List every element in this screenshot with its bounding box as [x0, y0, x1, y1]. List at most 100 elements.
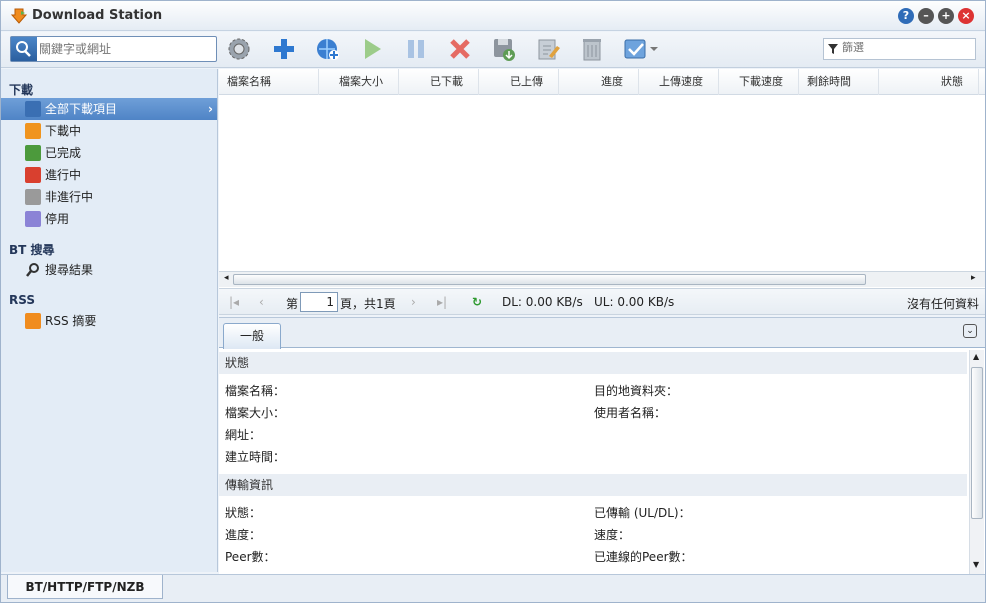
tab-general[interactable]: 一般	[223, 323, 281, 349]
speed-label: 速度：	[594, 528, 631, 542]
sidebar: 下載 全部下載項目 › 下載中 已完成 進行中 非進行中 停用 BT 搜尋 搜尋…	[1, 69, 218, 572]
connected-peers-label: 已連線的Peer數：	[594, 550, 693, 564]
progress-label: 進度：	[225, 528, 262, 542]
maximize-icon[interactable]: +	[938, 8, 954, 24]
column-header[interactable]: 已上傳	[479, 69, 559, 95]
scroll-left-icon[interactable]: ◂	[224, 273, 229, 283]
last-page-icon[interactable]: ▸|	[437, 295, 447, 309]
column-header[interactable]: 檔案名稱	[219, 69, 319, 95]
created-time-label: 建立時間：	[225, 450, 286, 464]
magnifier-icon	[25, 262, 41, 278]
upload-speed-text: UL: 0.00 KB/s	[594, 295, 675, 309]
settings-gear-icon[interactable]	[224, 34, 254, 64]
resume-play-icon[interactable]	[357, 34, 387, 64]
save-disk-icon[interactable]	[489, 34, 519, 64]
column-header[interactable]: 下載速度	[719, 69, 799, 95]
horizontal-scroll-thumb[interactable]	[233, 274, 866, 285]
page-number-input[interactable]: 1	[300, 292, 338, 312]
scroll-down-icon[interactable]: ▼	[973, 560, 979, 569]
select-all-checkbox-icon[interactable]	[621, 34, 663, 64]
no-data-status: 沒有任何資料	[906, 297, 979, 311]
horizontal-scrollbar[interactable]: ◂ ▸	[219, 271, 985, 287]
detail-panel: 一般 ⌄ 狀態 檔案名稱： 目的地資料夾： 檔案大小： 使用者名稱： 網址： 建…	[219, 317, 985, 574]
filter-box[interactable]	[823, 38, 976, 60]
search-input[interactable]	[39, 40, 209, 58]
window-title: Download Station	[32, 8, 163, 23]
page-count: 頁，共1頁	[340, 297, 396, 311]
pagination-toolbar: |◂ ‹ 第 1 頁，共1頁 › ▸| ↻ DL: 0.00 KB/s UL: …	[219, 288, 985, 315]
column-header[interactable]: 狀態	[879, 69, 979, 95]
section-transfer-info: 傳輸資訊	[219, 474, 967, 496]
downloading-arrow-icon	[25, 123, 41, 139]
sidebar-item-downloading[interactable]: 下載中	[1, 120, 217, 142]
page-prefix: 第	[286, 297, 299, 311]
add-task-icon[interactable]	[269, 34, 299, 64]
sidebar-item-completed[interactable]: 已完成	[1, 142, 217, 164]
sidebar-item-label: 非進行中	[45, 190, 94, 204]
list-icon	[25, 101, 41, 117]
sidebar-section-download: 下載	[9, 83, 34, 97]
sidebar-section-bt-search: BT 搜尋	[9, 243, 55, 257]
column-header[interactable]: 上傳速度	[639, 69, 719, 95]
refresh-icon[interactable]: ↻	[472, 295, 482, 309]
delete-x-icon[interactable]	[445, 34, 475, 64]
sidebar-item-label: 已完成	[45, 146, 82, 160]
sidebar-item-all-downloads[interactable]: 全部下載項目 ›	[1, 98, 217, 120]
filter-input[interactable]	[842, 41, 972, 54]
search-icon[interactable]	[11, 37, 37, 61]
pause-icon[interactable]	[401, 34, 431, 64]
close-icon[interactable]: ×	[958, 8, 974, 24]
add-url-globe-icon[interactable]	[313, 34, 343, 64]
next-page-icon[interactable]: ›	[411, 295, 416, 309]
column-header[interactable]: 剩餘時間	[799, 69, 879, 95]
detail-tab-bar: 一般 ⌄	[219, 318, 985, 349]
scroll-up-icon[interactable]: ▲	[973, 352, 979, 361]
file-name-label: 檔案名稱：	[225, 384, 286, 398]
username-label: 使用者名稱：	[594, 406, 667, 420]
sidebar-item-label: 進行中	[45, 168, 82, 182]
inactive-circle-icon	[25, 189, 41, 205]
help-icon[interactable]: ?	[898, 8, 914, 24]
sidebar-item-active[interactable]: 進行中	[1, 164, 217, 186]
title-bar: Download Station ? – + ×	[1, 1, 985, 31]
first-page-icon[interactable]: |◂	[229, 295, 239, 309]
sidebar-item-label: 搜尋結果	[45, 263, 94, 277]
tab-bt-http-ftp-nzb[interactable]: BT/HTTP/FTP/NZB	[7, 575, 163, 599]
column-header[interactable]: 進度	[559, 69, 639, 95]
chevron-right-icon: ›	[208, 102, 213, 116]
column-header[interactable]: 檔案大小	[319, 69, 399, 95]
sidebar-item-rss-feeds[interactable]: RSS 摘要	[1, 310, 217, 332]
sidebar-item-label: 下載中	[45, 124, 82, 138]
peers-label: Peer數：	[225, 550, 276, 564]
file-size-label: 檔案大小：	[225, 406, 286, 420]
download-station-logo-icon	[11, 8, 27, 24]
download-speed-text: DL: 0.00 KB/s	[502, 295, 583, 309]
minimize-icon[interactable]: –	[918, 8, 934, 24]
bottom-tab-bar: BT/HTTP/FTP/NZB	[1, 574, 985, 602]
scroll-right-icon[interactable]: ▸	[971, 273, 976, 283]
url-label: 網址：	[225, 428, 262, 442]
completed-check-icon	[25, 145, 41, 161]
sidebar-item-paused[interactable]: 停用	[1, 208, 217, 230]
search-box[interactable]	[10, 36, 217, 62]
column-header[interactable]: 已下載	[399, 69, 479, 95]
edit-clipboard-icon[interactable]	[533, 34, 563, 64]
trash-bin-icon[interactable]	[577, 34, 607, 64]
vertical-scrollbar[interactable]: ▲ ▼	[969, 350, 984, 574]
prev-page-icon[interactable]: ‹	[259, 295, 264, 309]
active-gear-icon	[25, 167, 41, 183]
paused-icon	[25, 211, 41, 227]
sidebar-section-rss: RSS	[9, 293, 35, 307]
vertical-scroll-thumb[interactable]	[971, 367, 983, 519]
download-task-grid[interactable]: 檔案名稱 檔案大小 已下載 已上傳 進度 上傳速度 下載速度 剩餘時間 狀態	[219, 69, 985, 289]
collapse-panel-icon[interactable]: ⌄	[963, 324, 977, 338]
rss-icon	[25, 313, 41, 329]
sidebar-item-inactive[interactable]: 非進行中	[1, 186, 217, 208]
filter-funnel-icon	[828, 44, 838, 54]
transferred-label: 已傳輸 (UL/DL)：	[594, 506, 691, 520]
sidebar-item-label: 全部下載項目	[45, 102, 118, 116]
sidebar-item-label: RSS 摘要	[45, 314, 97, 328]
destination-folder-label: 目的地資料夾：	[594, 384, 679, 398]
download-station-window: Download Station ? – + × 下載 全部下載項目 ›	[0, 0, 986, 603]
sidebar-item-search-results[interactable]: 搜尋結果	[1, 259, 217, 281]
